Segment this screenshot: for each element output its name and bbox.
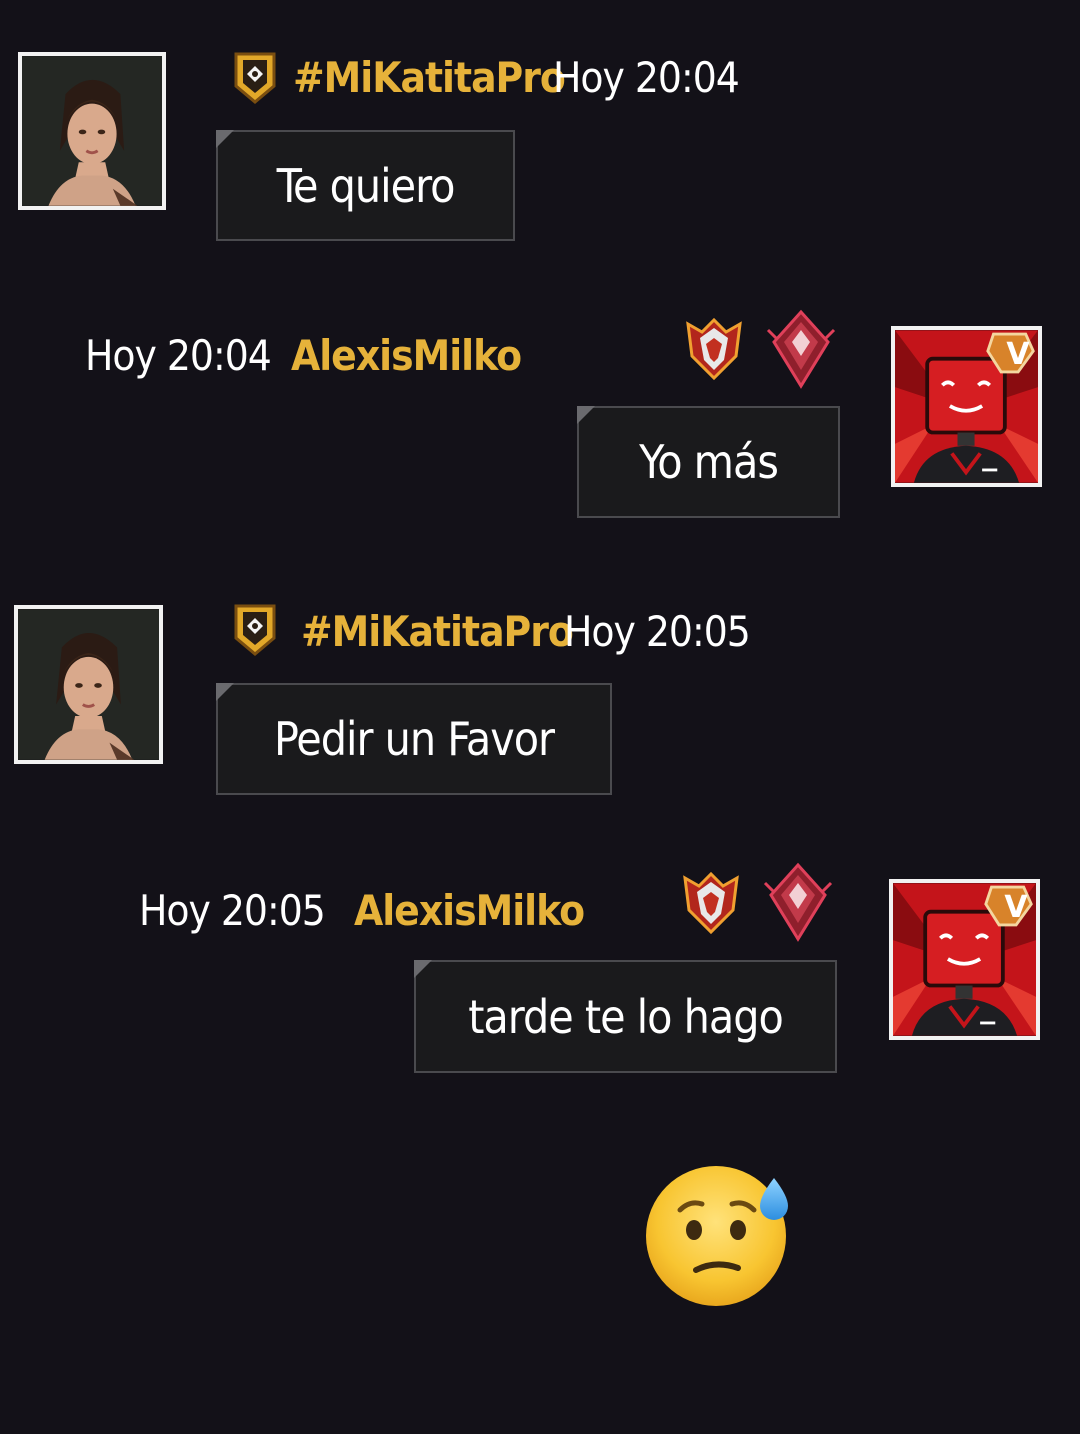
sender-name[interactable]: #MiKatitaPro [301,606,574,658]
message-time: Hoy 20:04 [553,53,740,102]
verified-v-badge: V [1006,337,1030,372]
guild-shield-icon [232,50,278,106]
message-time: Hoy 20:04 [85,331,272,380]
message-time: Hoy 20:05 [139,886,326,935]
sender-name[interactable]: #MiKatitaPro [293,52,566,104]
heroic-rank-icon [679,870,743,936]
message-bubble[interactable]: Te quiero [216,130,515,241]
elite-diamond-icon [763,861,833,943]
female-character-portrait [18,609,159,760]
verified-v-badge: V [1004,890,1028,925]
message-time: Hoy 20:05 [564,607,751,656]
message-bubble[interactable]: Yo más [577,406,840,518]
heroic-rank-icon [682,316,746,382]
message-bubble[interactable]: tarde te lo hago [414,960,837,1073]
female-character-portrait [22,56,162,206]
avatar-alexismilko[interactable]: V [891,326,1042,487]
avatar-mikatitapro[interactable] [18,52,166,210]
guild-shield-icon [232,602,278,658]
message-text: Pedir un Favor [273,712,555,766]
sender-name[interactable]: AlexisMilko [354,885,585,937]
message-text: Te quiero [276,158,456,213]
avatar-alexismilko[interactable]: V [889,879,1040,1040]
message-bubble[interactable]: Pedir un Favor [216,683,612,795]
avatar-mikatitapro[interactable] [14,605,163,764]
message-text: Yo más [639,435,779,489]
message-text: tarde te lo hago [468,989,784,1044]
anxious-face-with-sweat-icon [642,1160,794,1308]
sender-name[interactable]: AlexisMilko [291,330,522,382]
elite-diamond-icon [766,308,836,390]
